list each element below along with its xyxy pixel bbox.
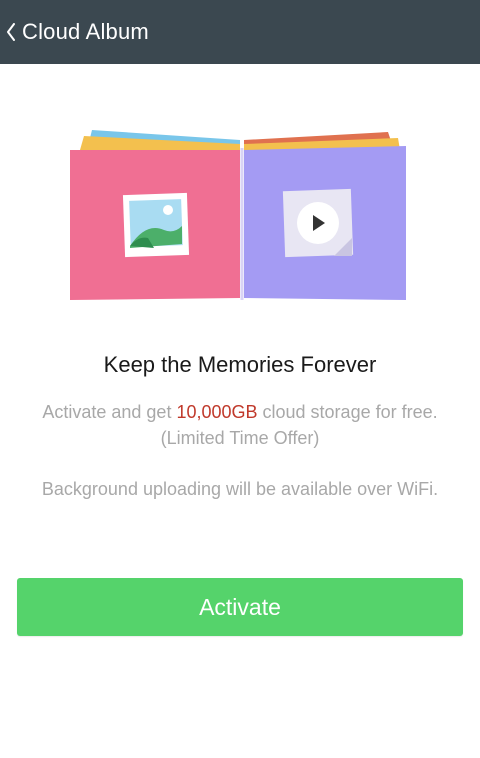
image-icon	[122, 192, 190, 258]
offer-text-prefix: Activate and get	[42, 402, 177, 422]
chevron-left-icon	[7, 23, 15, 41]
wifi-upload-note: Background uploading will be available o…	[41, 479, 439, 499]
activate-button[interactable]: Activate	[17, 578, 463, 636]
storage-offer-text: Activate and get 10,000GB cloud storage …	[40, 399, 440, 451]
play-icon	[282, 188, 354, 258]
album-illustration	[70, 130, 406, 300]
app-header: Cloud Album	[0, 0, 480, 64]
storage-amount: 10,000GB	[176, 402, 258, 422]
headline: Keep the Memories Forever	[103, 352, 377, 377]
page-title: Cloud Album	[22, 19, 149, 44]
back-button[interactable]: Cloud Album	[6, 0, 149, 64]
cloud-album-screen: Cloud Album Keep the Memories Forever Ac…	[0, 0, 480, 758]
